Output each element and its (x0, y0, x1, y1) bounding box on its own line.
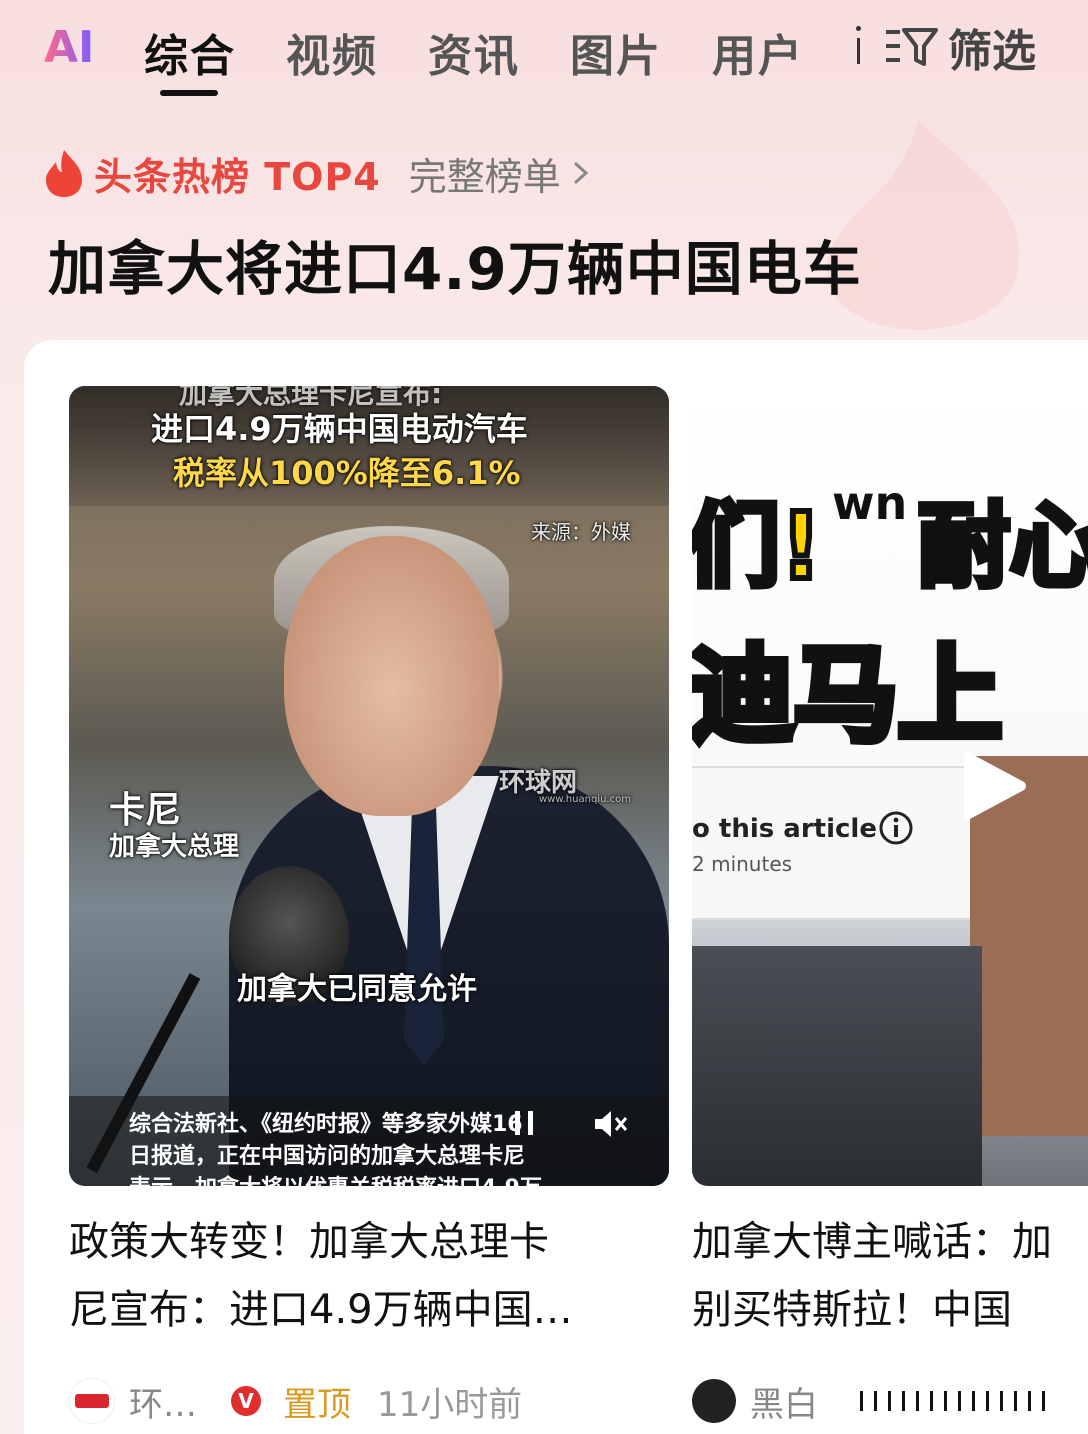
thumbnail-text: wn (832, 476, 908, 530)
speaker-role: 加拿大总理 (109, 832, 240, 862)
filter-label: 筛选 (948, 26, 1036, 77)
result-title-line: 尼宣布：进口4.9万辆中国… (69, 1287, 573, 1333)
result-title-line: 加拿大博主喊话：加 (692, 1219, 1052, 1265)
video-caption-line: 表示，加拿大将以优惠关税税率进口4.9万 (129, 1170, 542, 1186)
result-title[interactable]: 加拿大博主喊话：加 别买特斯拉！中国 (692, 1208, 1088, 1344)
publish-time: 11小时前 (377, 1384, 523, 1425)
source-name[interactable]: 黑白 (750, 1377, 818, 1426)
video-overlay-headline: 进口4.9万辆中国电动汽车 (151, 410, 528, 448)
tab-video[interactable]: 视频 (286, 20, 378, 84)
video-overlay-tax: 税率从100%降至6.1% (173, 454, 521, 492)
info-icon (879, 811, 913, 845)
hot-list-title: 头条热榜 TOP4 (94, 154, 381, 199)
video-result-item[interactable]: 加拿大总理卡尼宣布: 进口4.9万辆中国电动汽车 税率从100%降至6.1% 来… (69, 386, 669, 1425)
redacted-text (860, 1391, 1050, 1411)
video-thumbnail[interactable]: wn 们! 耐心 迪马上 o this article 2 minutes (692, 386, 1088, 1186)
results-card: 加拿大总理卡尼宣布: 进口4.9万辆中国电动汽车 税率从100%降至6.1% 来… (24, 340, 1088, 1434)
mute-icon[interactable] (589, 1104, 629, 1144)
tab-users[interactable]: 用户 (712, 20, 804, 84)
thumbnail-car (692, 946, 982, 1186)
tab-ai[interactable]: AI (44, 22, 94, 73)
video-thumbnail[interactable]: 加拿大总理卡尼宣布: 进口4.9万辆中国电动汽车 税率从100%降至6.1% 来… (69, 386, 669, 1186)
hot-headline[interactable]: 加拿大将进口4.9万辆中国电车 (48, 222, 862, 306)
source-avatar[interactable] (692, 1379, 736, 1423)
video-overlay-source: 来源：外媒 (531, 520, 631, 544)
video-caption-line: 日报道，正在中国访问的加拿大总理卡尼 (129, 1144, 526, 1169)
result-title[interactable]: 政策大转变！加拿大总理卡 尼宣布：进口4.9万辆中国… (69, 1208, 573, 1344)
hot-list-header[interactable]: 头条热榜 TOP4 完整榜单 (44, 146, 591, 200)
full-list-link[interactable]: 完整榜单 (409, 146, 561, 201)
tab-images[interactable]: 图片 (570, 20, 662, 84)
result-meta: 黑白 (692, 1376, 1050, 1426)
pinned-label: 置顶 (283, 1384, 351, 1425)
filter-button[interactable]: 筛选 (884, 22, 1036, 77)
verified-badge-icon: V (231, 1386, 261, 1416)
article-read-time: 2 minutes (692, 852, 793, 876)
video-caption-bar: 综合法新社、《纽约时报》等多家外媒16 日报道，正在中国访问的加拿大总理卡尼 表… (69, 1096, 669, 1186)
active-tab-indicator (160, 90, 218, 96)
flame-icon (46, 150, 82, 197)
top-tab-bar: AI 综合 视频 资讯 图片 用户 筛选 (0, 0, 1088, 110)
article-title: o this article (692, 814, 877, 844)
chevron-right-icon (574, 162, 589, 184)
video-result-item[interactable]: wn 们! 耐心 迪马上 o this article 2 minutes 加拿… (692, 386, 1088, 1425)
result-meta: 环… V 置顶 11小时前 (69, 1376, 522, 1426)
pause-icon[interactable] (509, 1108, 539, 1138)
play-icon[interactable] (960, 746, 1030, 826)
thumbnail-yellow-text: 耐心 (915, 490, 1088, 603)
video-caption-line: 综合法新社、《纽约时报》等多家外媒16 (129, 1112, 523, 1137)
result-title-line: 政策大转变！加拿大总理卡 (69, 1219, 549, 1265)
video-subtitle: 加拿大已同意允许 (237, 972, 477, 1007)
filter-icon (886, 28, 938, 66)
source-avatar[interactable] (69, 1378, 115, 1424)
video-watermark-url: www.huanqiu.com (539, 794, 631, 805)
thumbnail-yellow-text: 们! (692, 490, 825, 603)
overflow-tab-indicator (856, 26, 862, 66)
result-title-line: 别买特斯拉！中国 (692, 1287, 1012, 1333)
thumbnail-outline-text: 迪马上 (692, 630, 1006, 760)
tab-news[interactable]: 资讯 (428, 20, 520, 84)
source-name[interactable]: 环… (129, 1377, 197, 1426)
tab-comprehensive[interactable]: 综合 (144, 20, 236, 84)
